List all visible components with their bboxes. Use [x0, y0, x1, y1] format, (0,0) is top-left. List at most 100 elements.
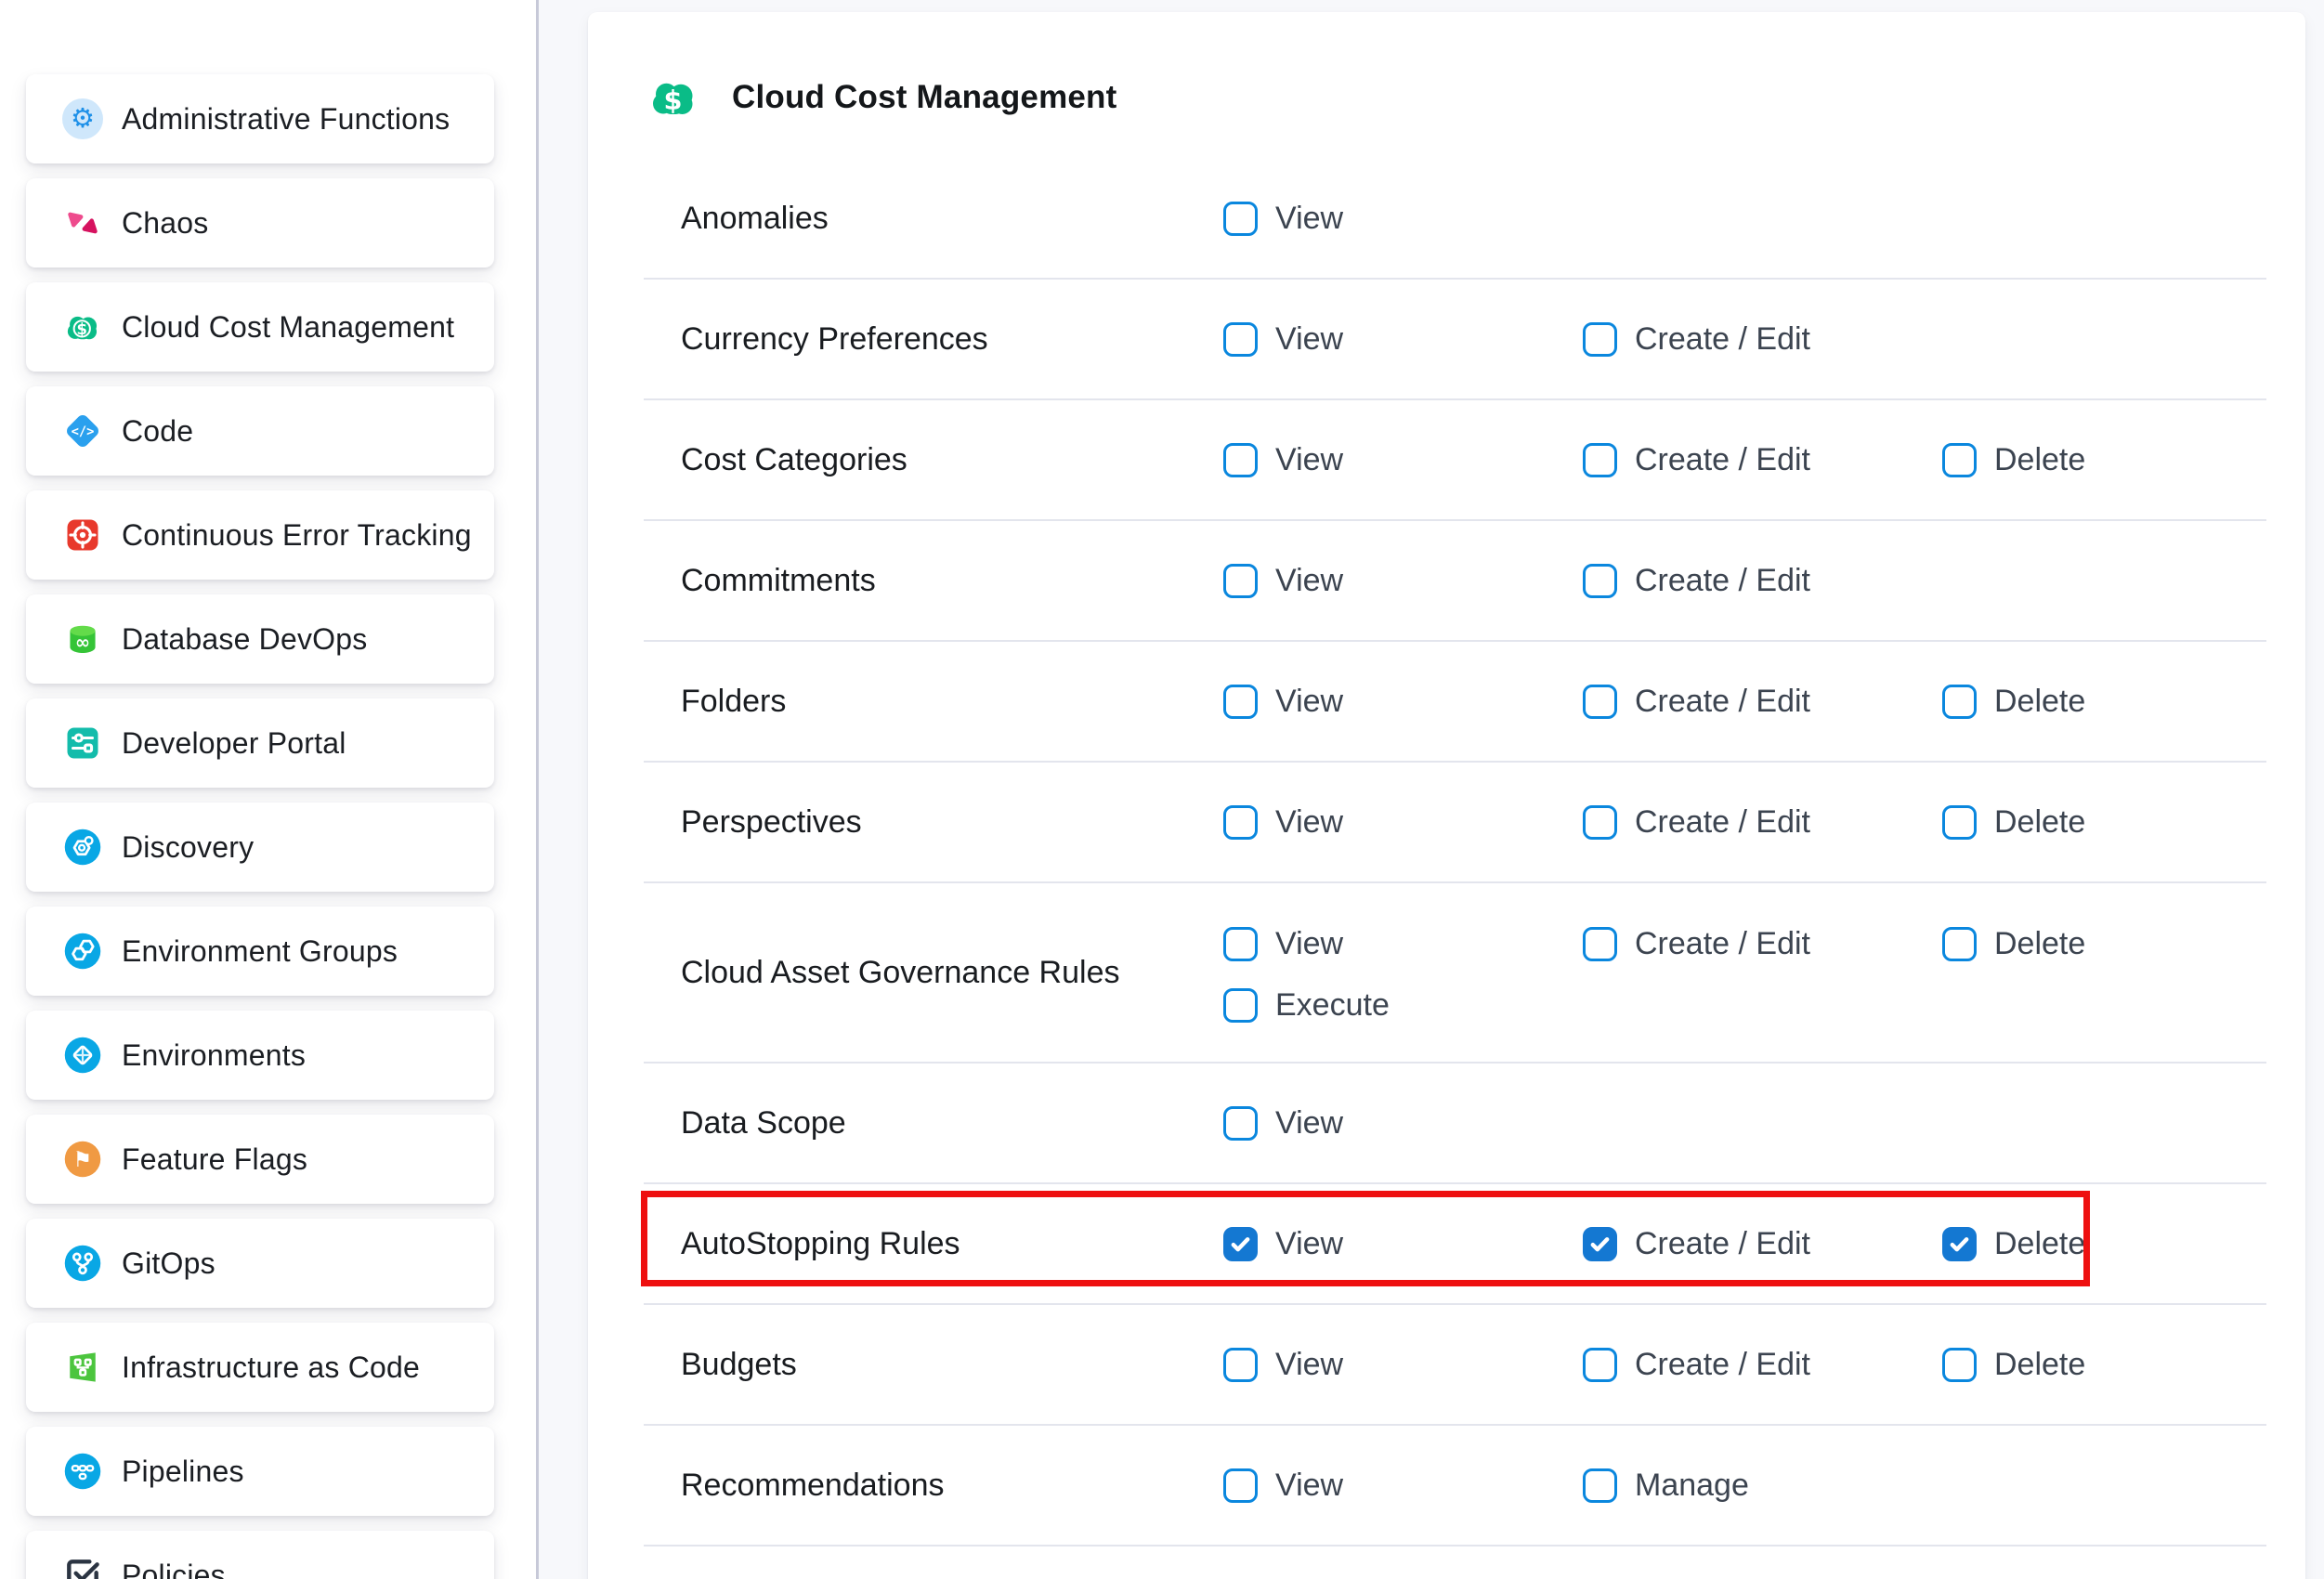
permission-view[interactable]: View — [1223, 1468, 1583, 1504]
card-header: $ Cloud Cost Management — [588, 12, 2305, 125]
checkbox-delete[interactable] — [1942, 1348, 1977, 1382]
sidebar-item-code[interactable]: </>Code — [26, 386, 494, 476]
checkbox-create-edit[interactable] — [1583, 1348, 1617, 1382]
permission-view[interactable]: View — [1223, 804, 1583, 841]
sidebar-item-chaos[interactable]: Chaos — [26, 178, 494, 268]
permission-create-edit[interactable]: Create / Edit — [1583, 321, 1942, 358]
permission-cell: View — [1223, 804, 1583, 841]
permission-delete[interactable]: Delete — [1942, 442, 2266, 478]
permission-manage[interactable]: Manage — [1583, 1468, 1942, 1504]
checkbox-view[interactable] — [1223, 805, 1258, 840]
resource-name: Currency Preferences — [681, 321, 1223, 358]
permission-create-edit[interactable]: Create / Edit — [1583, 684, 1942, 720]
permission-view[interactable]: View — [1223, 563, 1583, 599]
checkbox-delete[interactable] — [1942, 927, 1977, 961]
checkbox-check-icon — [62, 1555, 103, 1579]
sidebar-item-developer-portal[interactable]: Developer Portal — [26, 698, 494, 788]
permission-create-edit[interactable]: Create / Edit — [1583, 926, 1942, 962]
sidebar-item-cloud-cost-management[interactable]: $Cloud Cost Management — [26, 282, 494, 372]
permission-view[interactable]: View — [1223, 1347, 1583, 1383]
sidebar-item-gitops[interactable]: GitOps — [26, 1219, 494, 1308]
permission-label: View — [1275, 804, 1343, 841]
permission-create-edit[interactable]: Create / Edit — [1583, 804, 1942, 841]
checkbox-execute[interactable] — [1223, 988, 1258, 1023]
permission-create-edit[interactable]: Create / Edit — [1583, 442, 1942, 478]
permission-view[interactable]: View — [1223, 1105, 1583, 1142]
permission-label: View — [1275, 1347, 1343, 1383]
checkbox-view[interactable] — [1223, 1348, 1258, 1382]
sidebar-item-label: Developer Portal — [122, 726, 346, 761]
checkbox-view-checked[interactable] — [1223, 1227, 1258, 1261]
checkbox-view[interactable] — [1223, 1468, 1258, 1503]
checkbox-create-edit[interactable] — [1583, 805, 1617, 840]
permission-view[interactable]: View — [1223, 684, 1583, 720]
permission-create-edit[interactable]: Create / Edit — [1583, 563, 1942, 599]
permission-row-cloud-asset-governance-rules: Cloud Asset Governance RulesViewExecuteC… — [644, 883, 2266, 1064]
main-area: $ Cloud Cost Management AnomaliesView Cur… — [539, 0, 2324, 1579]
checkbox-view[interactable] — [1223, 443, 1258, 477]
permission-create-edit[interactable]: Create / Edit — [1583, 1226, 1942, 1262]
checkbox-delete[interactable] — [1942, 443, 1977, 477]
permission-cell: View — [1223, 321, 1583, 358]
permission-cell: View — [1223, 1347, 1583, 1383]
permission-row-cost-categories: Cost CategoriesViewCreate / EditDelete — [644, 400, 2266, 521]
checkbox-create-edit[interactable] — [1583, 322, 1617, 357]
permission-create-edit[interactable]: Create / Edit — [1583, 1347, 1942, 1383]
permission-label: View — [1275, 442, 1343, 478]
checkbox-view[interactable] — [1223, 564, 1258, 598]
checkbox-create-edit[interactable] — [1583, 564, 1617, 598]
permission-delete[interactable]: Delete — [1942, 1226, 2266, 1262]
permission-row-anomalies: AnomaliesView — [644, 159, 2266, 280]
permission-label: Create / Edit — [1635, 563, 1810, 599]
permission-label: Create / Edit — [1635, 442, 1810, 478]
checkbox-view[interactable] — [1223, 202, 1258, 236]
checkbox-delete[interactable] — [1942, 805, 1977, 840]
checkbox-create-edit[interactable] — [1583, 443, 1617, 477]
permission-delete[interactable]: Delete — [1942, 804, 2266, 841]
permission-cell: View — [1223, 1226, 1583, 1262]
sidebar-item-pipelines[interactable]: Pipelines — [26, 1427, 494, 1516]
checkbox-view[interactable] — [1223, 1106, 1258, 1141]
permission-view[interactable]: View — [1223, 201, 1583, 237]
checkbox-delete-checked[interactable] — [1942, 1227, 1977, 1261]
checkbox-view[interactable] — [1223, 685, 1258, 719]
permission-row-perspectives: PerspectivesViewCreate / EditDelete — [644, 763, 2266, 883]
module-sidebar: ⚙Administrative Functions Chaos $Cloud Cos… — [0, 0, 536, 1579]
sidebar-item-policies[interactable]: Policies — [26, 1531, 494, 1579]
sidebar-item-continuous-error-tracking[interactable]: Continuous Error Tracking — [26, 490, 494, 580]
sidebar-item-discovery[interactable]: Discovery — [26, 803, 494, 892]
permission-delete[interactable]: Delete — [1942, 1347, 2266, 1383]
checkbox-delete[interactable] — [1942, 685, 1977, 719]
permission-execute[interactable]: Execute — [1223, 987, 1583, 1024]
sidebar-item-administrative-functions[interactable]: ⚙Administrative Functions — [26, 74, 494, 163]
permission-view[interactable]: View — [1223, 1226, 1583, 1262]
sidebar-item-label: Chaos — [122, 206, 209, 241]
resource-name: Recommendations — [681, 1468, 1223, 1504]
sidebar-item-environment-groups[interactable]: Environment Groups — [26, 907, 494, 996]
permission-delete[interactable]: Delete — [1942, 684, 2266, 720]
permission-cell: View — [1223, 563, 1583, 599]
permissions-rows: AnomaliesViewCurrency PreferencesViewCre… — [644, 159, 2266, 1546]
sidebar-item-label: Environments — [122, 1038, 306, 1073]
permission-view[interactable]: View — [1223, 442, 1583, 478]
permission-label: View — [1275, 321, 1343, 358]
checkbox-create-edit-checked[interactable] — [1583, 1227, 1617, 1261]
permission-label: Create / Edit — [1635, 1226, 1810, 1262]
hexagon-group-icon — [62, 931, 103, 972]
checkbox-create-edit[interactable] — [1583, 927, 1617, 961]
checkbox-create-edit[interactable] — [1583, 685, 1617, 719]
sidebar-item-label: Discovery — [122, 830, 254, 865]
checkbox-view[interactable] — [1223, 322, 1258, 357]
sidebar-item-feature-flags[interactable]: ⚑Feature Flags — [26, 1115, 494, 1204]
sidebar-item-infrastructure-as-code[interactable]: Infrastructure as Code — [26, 1323, 494, 1412]
permission-view[interactable]: View — [1223, 321, 1583, 358]
permission-label: Create / Edit — [1635, 926, 1810, 962]
flag-icon: ⚑ — [62, 1139, 103, 1180]
sidebar-item-database-devops[interactable]: ∞Database DevOps — [26, 594, 494, 684]
checkbox-view[interactable] — [1223, 927, 1258, 961]
checkbox-manage[interactable] — [1583, 1468, 1617, 1503]
permission-view[interactable]: View — [1223, 926, 1583, 962]
sidebar-item-environments[interactable]: Environments — [26, 1011, 494, 1100]
resource-name: Budgets — [681, 1347, 1223, 1383]
permission-delete[interactable]: Delete — [1942, 926, 2266, 962]
